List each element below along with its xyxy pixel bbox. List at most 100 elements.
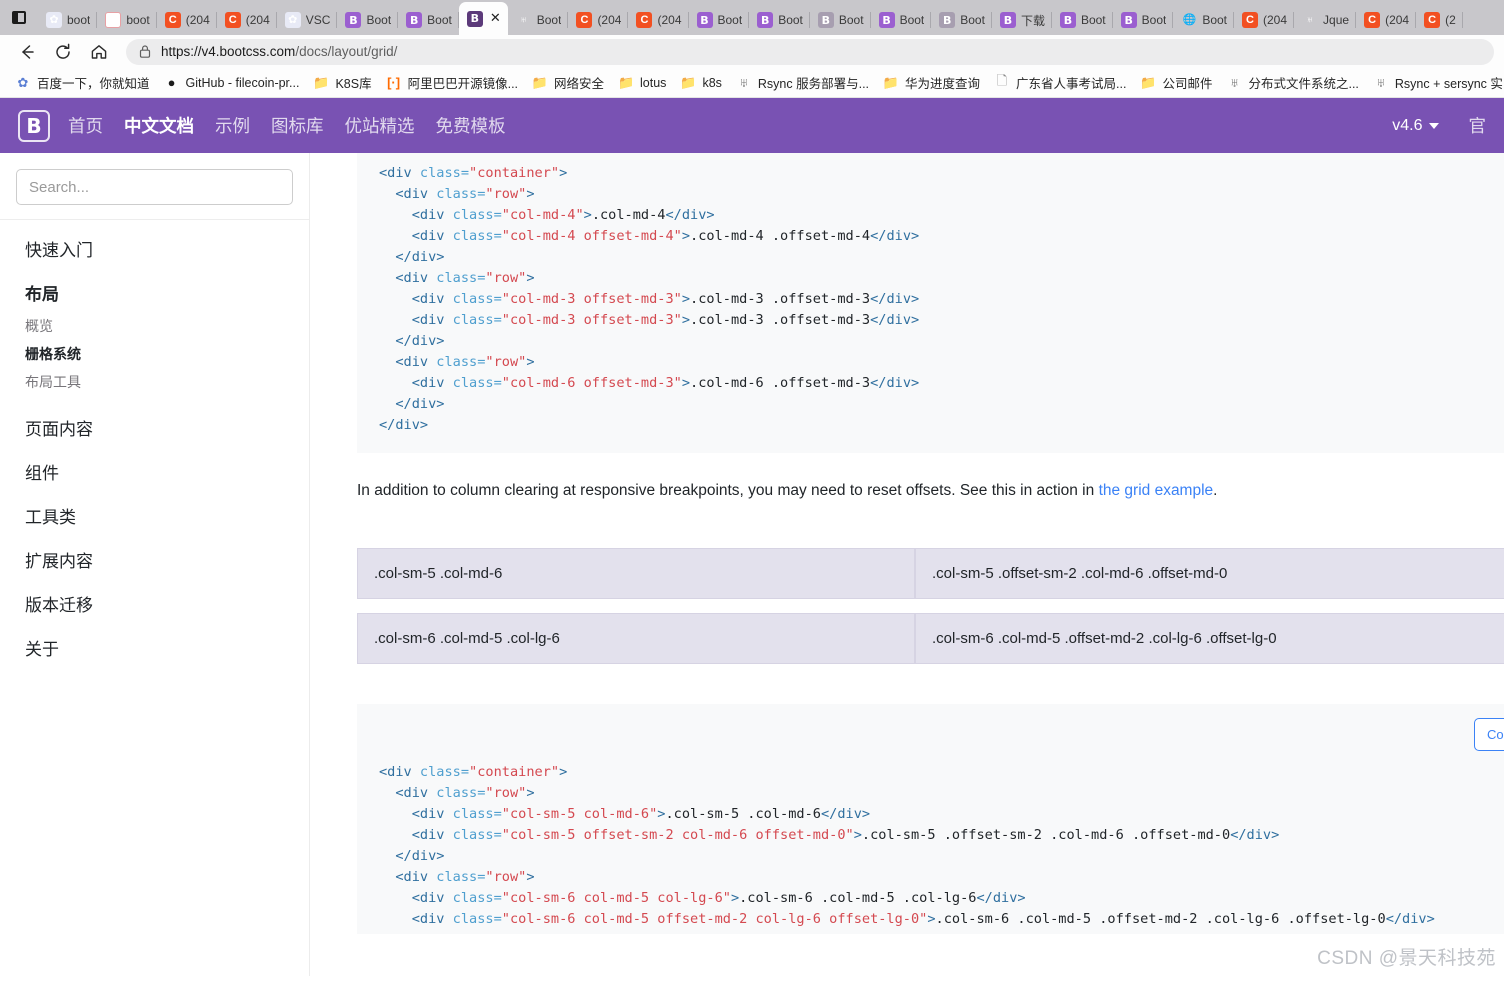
- bookmark-label: 广东省人事考试局...: [1016, 77, 1127, 91]
- sidebar-item-版本迁移[interactable]: 版本迁移: [25, 597, 309, 614]
- sidebar-item-页面内容[interactable]: 页面内容: [25, 421, 309, 438]
- home-button[interactable]: [82, 38, 116, 66]
- browser-tab[interactable]: B Boot: [689, 5, 750, 35]
- code-token-tag: >: [681, 312, 691, 328]
- bookmark-item[interactable]: 📁 网络安全: [525, 70, 611, 95]
- sidebar-item-栅格系统[interactable]: 栅格系统: [25, 347, 309, 361]
- browser-tab[interactable]: C (204: [157, 5, 217, 35]
- folder-icon: 📁: [882, 74, 900, 90]
- back-arrow-icon: [22, 44, 34, 59]
- bookmark-item[interactable]: 📁 K8S库: [306, 70, 378, 95]
- sidebar-search-wrap: Search...: [0, 153, 309, 220]
- code-line: <div class="col-sm-6 col-md-5 offset-md-…: [379, 909, 1504, 930]
- bookmark-item[interactable]: ♅ 分布式文件系统之...: [1219, 70, 1365, 95]
- grid-example-link[interactable]: the grid example: [1099, 482, 1214, 499]
- browser-tab[interactable]: B Boot: [1052, 5, 1113, 35]
- code-token-attr: class=: [452, 890, 502, 907]
- browser-tab[interactable]: B Boot: [810, 5, 871, 35]
- browser-tab[interactable]: ✿ VSC: [277, 5, 338, 35]
- browser-tab[interactable]: B 下载: [992, 5, 1052, 35]
- bookmark-item[interactable]: ● GitHub - filecoin-pr...: [157, 72, 307, 94]
- bookmark-item[interactable]: 📁 k8s: [673, 72, 728, 94]
- version-dropdown[interactable]: v4.6: [1392, 117, 1439, 135]
- browser-tab-active[interactable]: B ✕: [458, 2, 508, 35]
- csdn-icon: C: [164, 12, 181, 28]
- navbar-link-示例[interactable]: 示例: [215, 113, 250, 138]
- close-icon[interactable]: ✕: [490, 12, 501, 25]
- sidebar-item-布局工具[interactable]: 布局工具: [25, 375, 309, 389]
- navbar-link-优站精选[interactable]: 优站精选: [345, 113, 415, 138]
- navbar-link-图标库[interactable]: 图标库: [271, 113, 324, 138]
- sidebar-item-关于[interactable]: 关于: [25, 641, 309, 658]
- question-icon: ♅: [1229, 75, 1240, 90]
- browser-tab[interactable]: C (204: [628, 5, 689, 35]
- code-token-attr: class=: [436, 186, 486, 202]
- tab-search-button[interactable]: [0, 0, 38, 35]
- browser-tab[interactable]: B Boot: [337, 5, 398, 35]
- bookmark-item[interactable]: ♅ Rsync 服务部署与...: [729, 70, 876, 95]
- code-line: <div class="col-sm-5 col-md-6">.col-sm-5…: [379, 804, 1504, 825]
- bookmark-item[interactable]: 📁 华为进度查询: [876, 70, 987, 95]
- browser-tab[interactable]: B Boot: [871, 5, 932, 35]
- navbar-link-免费模板[interactable]: 免费模板: [436, 113, 506, 138]
- browser-tab[interactable]: C (2: [1416, 5, 1463, 35]
- sidebar-item-扩展内容[interactable]: 扩展内容: [25, 553, 309, 570]
- browser-tab[interactable]: B Boot: [398, 5, 459, 35]
- code-token-plain: .col-sm-5 .offset-sm-2 .col-md-6 .offset…: [861, 827, 1231, 844]
- code-token-attr: class=: [452, 375, 502, 391]
- browser-tab[interactable]: C (204: [1356, 5, 1417, 35]
- code-token-attr: class=: [436, 869, 486, 886]
- code-line: <div class="container">: [379, 163, 1504, 184]
- code-token-tag: <div: [379, 165, 420, 181]
- browser-tab[interactable]: B Boot: [931, 5, 992, 35]
- sidebar-item-概览[interactable]: 概览: [25, 319, 309, 333]
- sidebar-item-布局[interactable]: 布局: [25, 286, 309, 303]
- code-token-attr: class=: [452, 312, 502, 328]
- sidebar-item-快速入门[interactable]: 快速入门: [25, 242, 309, 259]
- reload-button[interactable]: [46, 38, 80, 66]
- sidebar-item-组件[interactable]: 组件: [25, 465, 309, 482]
- back-button[interactable]: [10, 38, 44, 66]
- bootstrap-logo-icon[interactable]: B: [18, 109, 50, 142]
- browser-tab[interactable]: B Boot: [1113, 5, 1174, 35]
- code-token-tag: >: [526, 186, 535, 202]
- navbar-link-首页[interactable]: 首页: [68, 113, 103, 138]
- bootstrap-icon: B: [466, 10, 483, 27]
- bookmark-item[interactable]: ✿ 百度一下，你就知道: [8, 70, 157, 95]
- browser-tab[interactable]: C (204: [1234, 5, 1295, 35]
- sidebar-item-工具类[interactable]: 工具类: [25, 509, 309, 526]
- browser-tab[interactable]: B Boot: [749, 5, 810, 35]
- tab-title: boot: [67, 13, 91, 27]
- navbar-link-中文文档[interactable]: 中文文档: [124, 113, 194, 138]
- tab-title: (204: [657, 13, 682, 27]
- bookmark-item[interactable]: 🗋 广东省人事考试局...: [987, 70, 1133, 95]
- browser-tab[interactable]: ♅ Boot: [508, 5, 569, 35]
- code-token-tag: <div: [395, 785, 437, 802]
- copy-button-2[interactable]: Copy: [1474, 718, 1504, 752]
- sidebar-nav: 快速入门布局概览栅格系统布局工具页面内容组件工具类扩展内容版本迁移关于: [0, 220, 309, 658]
- bookmark-item[interactable]: 📁 lotus: [611, 72, 673, 94]
- browser-tab[interactable]: 51 boot: [97, 5, 157, 35]
- official-link[interactable]: 官: [1469, 113, 1487, 138]
- browser-tab[interactable]: 🌐 Boot: [1173, 5, 1234, 35]
- code-token-tag: </div>: [870, 375, 920, 391]
- bookmark-item[interactable]: [·] 阿里巴巴开源镜像...: [379, 70, 525, 95]
- search-input[interactable]: Search...: [16, 169, 293, 205]
- tab-title: Jque: [1323, 13, 1350, 27]
- code-token-attr: class=: [436, 354, 486, 370]
- bookmark-item[interactable]: ♅ Rsync + sersync 实...: [1366, 70, 1504, 95]
- code-token-tag: </div>: [1385, 911, 1435, 928]
- code-line: </div>: [379, 846, 1504, 867]
- browser-tab[interactable]: C (204: [217, 5, 277, 35]
- address-bar[interactable]: https://v4.bootcss.com/docs/layout/grid/: [126, 38, 1494, 65]
- code-token-attr: class=: [452, 806, 502, 823]
- code-token-tag: >: [559, 165, 568, 181]
- bookmark-item[interactable]: 📁 公司邮件: [1133, 70, 1219, 95]
- docs-sidebar: Search... 快速入门布局概览栅格系统布局工具页面内容组件工具类扩展内容版…: [0, 153, 310, 976]
- browser-tab[interactable]: ✿ boot: [38, 5, 98, 35]
- code-token-tag: <div: [411, 228, 453, 244]
- browser-tab[interactable]: ♅ Jque: [1294, 5, 1357, 35]
- code-line: <div class="col-md-6 offset-md-3">.col-m…: [379, 373, 1504, 394]
- bookmark-label: 阿里巴巴开源镜像...: [407, 77, 519, 91]
- browser-tab[interactable]: C (204: [568, 5, 629, 35]
